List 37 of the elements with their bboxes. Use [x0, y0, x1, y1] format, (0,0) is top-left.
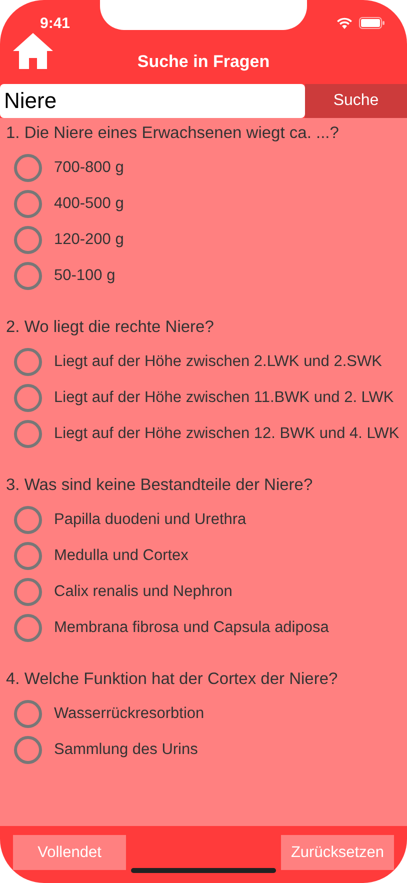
home-icon: [13, 32, 53, 68]
radio-button[interactable]: [14, 226, 42, 254]
answer-option: Liegt auf der Höhe zwischen 12. BWK und 4. LWK: [54, 420, 400, 446]
radio-button[interactable]: [14, 542, 42, 570]
question-text: 3. Was sind keine Bestandteile der Niere?: [6, 475, 314, 496]
answer-option: Wasserrückresorbtion: [54, 700, 204, 726]
radio-button[interactable]: [14, 736, 42, 764]
answer-option: Sammlung des Urins: [54, 736, 198, 762]
radio-button[interactable]: [14, 420, 42, 448]
radio-button[interactable]: [14, 384, 42, 412]
answer-option: Medulla und Cortex: [54, 542, 188, 568]
answer-option: Liegt auf der Höhe zwischen 2.LWK und 2.SWK: [54, 348, 382, 374]
search-field[interactable]: Niere: [0, 84, 305, 118]
radio-button[interactable]: [14, 506, 42, 534]
search-button[interactable]: Suche: [305, 84, 407, 118]
answer-option: 120-200 g: [54, 226, 124, 252]
question-text: 1. Die Niere eines Erwachsenen wiegt ca. ...?: [6, 123, 340, 144]
answer-option: 50-100 g: [54, 262, 116, 288]
radio-button[interactable]: [14, 614, 42, 642]
status-time: 9:41: [40, 14, 70, 32]
screen-title: Suche in Fragen: [137, 52, 270, 72]
answer-option: Liegt auf der Höhe zwischen 11.BWK und 2. LWK: [54, 384, 394, 410]
answer-option: 700-800 g: [54, 154, 124, 180]
question-text: 2. Wo liegt die rechte Niere?: [6, 317, 215, 338]
wifi-icon: [336, 17, 353, 29]
answer-option: 400-500 g: [54, 190, 124, 216]
radio-button[interactable]: [14, 700, 42, 728]
question-text: 4. Welche Funktion hat der Cortex der Niere?: [6, 669, 339, 690]
answer-option: Calix renalis und Nephron: [54, 578, 232, 604]
radio-button[interactable]: [14, 190, 42, 218]
radio-button[interactable]: [14, 154, 42, 182]
radio-button[interactable]: [14, 348, 42, 376]
battery-icon: [359, 17, 385, 29]
answer-option: Papilla duodeni und Urethra: [54, 506, 246, 532]
radio-button[interactable]: [14, 262, 42, 290]
radio-button[interactable]: [14, 578, 42, 606]
answer-option: Membrana fibrosa und Capsula adiposa: [54, 614, 329, 640]
